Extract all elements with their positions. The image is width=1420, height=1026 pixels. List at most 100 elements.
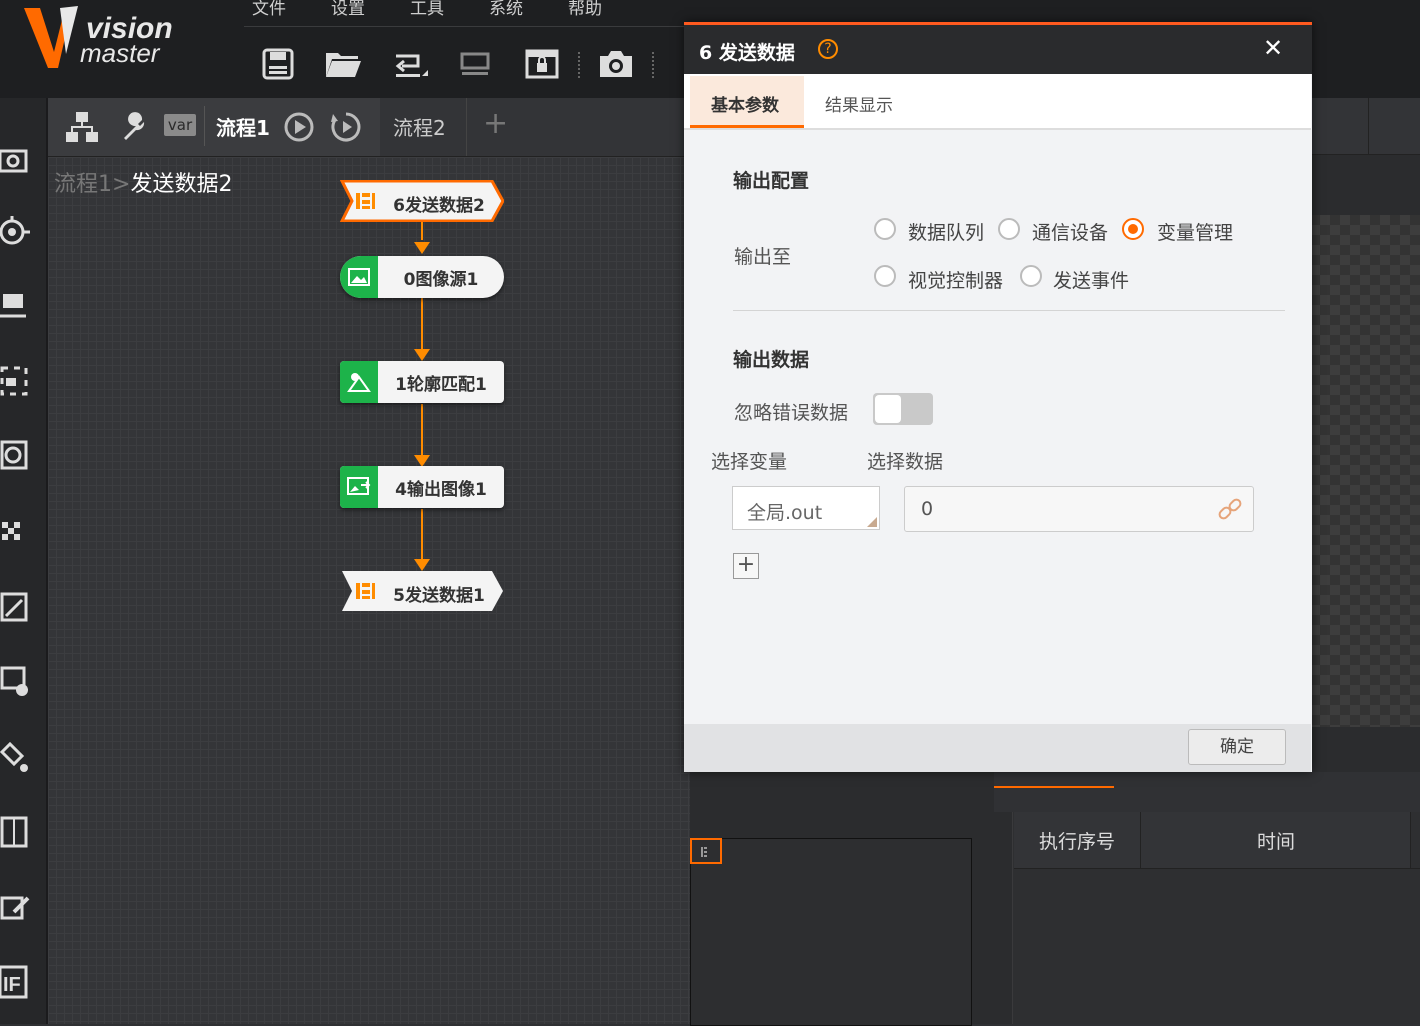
image-icon (340, 256, 378, 298)
minimap-node-marker (700, 843, 708, 857)
radio-comm-device[interactable] (998, 218, 1020, 240)
image-view-header (1312, 98, 1420, 155)
logic-tool-icon[interactable] (0, 888, 34, 928)
import-icon[interactable] (456, 44, 496, 84)
open-folder-icon[interactable] (323, 44, 363, 84)
tab-result-display[interactable]: 结果显示 (825, 91, 893, 116)
select-data-input[interactable]: 0 (904, 486, 1254, 532)
radio-vision-controller[interactable] (874, 265, 896, 287)
close-icon[interactable]: ✕ (1263, 34, 1283, 62)
output-to-label: 输出至 (734, 246, 792, 268)
menu-help[interactable]: 帮助 (568, 0, 602, 19)
select-variable-input[interactable]: 全局.out (732, 486, 880, 530)
node-send-data-1[interactable]: 5发送数据1 (340, 570, 504, 612)
calibrate-tool-icon[interactable] (0, 436, 34, 476)
toggle-knob (875, 395, 901, 423)
if-tool-icon[interactable]: IF (0, 962, 34, 1002)
connector (421, 509, 423, 561)
node-send-data-2[interactable]: 6发送数据2 (340, 180, 504, 222)
menu-divider (244, 26, 684, 27)
select-data-value: 0 (921, 498, 934, 520)
add-flow-button[interactable]: + (483, 106, 508, 141)
node-contour-match[interactable]: 1轮廓匹配1 (340, 361, 504, 403)
menu-settings[interactable]: 设置 (331, 0, 365, 19)
minimap[interactable] (690, 838, 972, 1026)
breadcrumb-current: 发送数据2 (130, 172, 233, 197)
tree-icon[interactable] (64, 110, 100, 148)
menu-system[interactable]: 系统 (489, 0, 523, 19)
add-data-button[interactable]: + (733, 553, 759, 579)
lock-screen-icon[interactable] (522, 44, 562, 84)
node-image-source[interactable]: 0图像源1 (340, 256, 504, 298)
radio-label[interactable]: 数据队列 (908, 218, 984, 245)
contrast-tool-icon[interactable] (0, 512, 34, 552)
radio-label[interactable]: 发送事件 (1053, 266, 1129, 293)
locate-tool-icon[interactable] (0, 212, 34, 252)
image-process-tool-icon[interactable] (0, 588, 34, 628)
save-icon[interactable] (258, 44, 298, 84)
resize-corner-icon (867, 517, 877, 527)
table-header-time[interactable]: 时间 (1141, 812, 1411, 868)
ignore-error-toggle[interactable] (873, 393, 933, 425)
radio-send-event[interactable] (1020, 265, 1042, 287)
breadcrumb: 流程1>发送数据2 (54, 166, 232, 198)
tab-basic-params-label: 基本参数 (711, 96, 779, 116)
select-data-label: 选择数据 (867, 451, 944, 473)
toolbar-separator (578, 52, 582, 78)
align-tool-icon[interactable] (0, 812, 34, 852)
recognize-tool-icon[interactable] (0, 362, 34, 402)
select-variable-label: 选择变量 (711, 451, 788, 473)
camera-icon[interactable] (596, 44, 636, 84)
radio-data-queue[interactable] (874, 218, 896, 240)
radio-label[interactable]: 通信设备 (1032, 218, 1108, 245)
output-image-icon (340, 466, 378, 508)
breadcrumb-separator: > (112, 172, 131, 197)
connector (421, 298, 423, 350)
tab-divider (204, 106, 205, 146)
radio-label[interactable]: 视觉控制器 (908, 266, 1003, 293)
node-label: 0图像源1 (403, 269, 479, 290)
node-label: 5发送数据1 (393, 586, 485, 606)
capture-tool-icon[interactable] (0, 138, 34, 178)
connector (421, 222, 423, 240)
radio-variable-manage[interactable] (1122, 218, 1144, 240)
connector (421, 404, 423, 456)
tab-flow1-label[interactable]: 流程1 (216, 112, 270, 141)
var-icon[interactable]: var (164, 114, 196, 136)
connector-arrow (414, 242, 430, 254)
send-data-icon (354, 190, 376, 217)
confirm-button[interactable]: 确定 (1188, 729, 1286, 765)
run-loop-icon[interactable] (330, 111, 362, 147)
image-view-header-divider (1368, 98, 1369, 154)
connector-arrow (414, 349, 430, 361)
section-output-config: 输出配置 (733, 170, 810, 192)
toolbar-separator (652, 52, 656, 78)
contour-match-icon (340, 361, 378, 403)
help-icon[interactable]: ? (818, 39, 838, 59)
result-gutter (994, 812, 1012, 1024)
svg-text:master: master (80, 38, 161, 68)
breadcrumb-parent[interactable]: 流程1 (54, 172, 112, 197)
measure-tool-icon[interactable] (0, 286, 34, 326)
color-tool-icon[interactable] (0, 662, 34, 702)
node-output-image[interactable]: 4输出图像1 (340, 466, 504, 508)
ignore-error-label: 忽略错误数据 (734, 402, 849, 424)
tab-flow2[interactable]: 流程2 (393, 112, 446, 141)
svg-text:IF: IF (3, 974, 21, 996)
result-tab-row (994, 772, 1420, 812)
wrench-icon[interactable] (120, 112, 150, 146)
table-header-divider (1410, 812, 1411, 868)
node-label: 6发送数据2 (393, 196, 485, 216)
send-data-icon (354, 580, 376, 607)
run-once-icon[interactable] (283, 111, 315, 147)
defect-tool-icon[interactable] (0, 738, 34, 778)
table-header-index[interactable]: 执行序号 (1014, 812, 1140, 868)
section-divider (733, 310, 1285, 311)
save-as-icon[interactable] (390, 44, 430, 84)
send-data-dialog (684, 22, 1312, 772)
link-icon[interactable] (1217, 497, 1243, 527)
menu-file[interactable]: 文件 (252, 0, 286, 19)
image-display-area[interactable] (1310, 215, 1420, 727)
radio-label[interactable]: 变量管理 (1157, 218, 1233, 245)
menu-tools[interactable]: 工具 (410, 0, 444, 19)
